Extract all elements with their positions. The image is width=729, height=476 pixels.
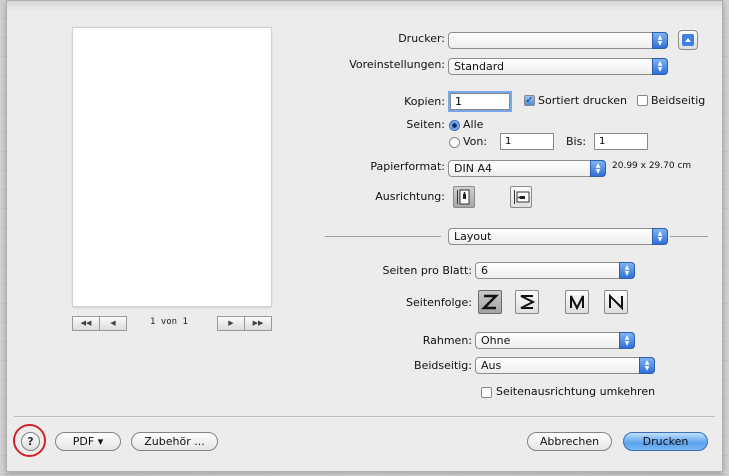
paper-size-value: DIN A4	[454, 162, 492, 175]
orientation-label: Ausrichtung:	[375, 190, 445, 203]
presets-label: Voreinstellungen:	[349, 58, 445, 71]
printer-select[interactable]: ▲ ▼	[448, 32, 668, 49]
preview-nav-back: ◀◀ ◀	[72, 316, 127, 331]
order-reverse-n-icon	[609, 293, 623, 311]
landscape-icon	[514, 190, 530, 204]
presets-value: Standard	[454, 60, 505, 73]
copies-input[interactable]	[450, 93, 510, 110]
pages-label: Seiten:	[406, 118, 445, 131]
copies-label: Kopien:	[404, 95, 445, 108]
page-order-reverse-n-button[interactable]	[604, 290, 628, 314]
section-select[interactable]: Layout ▲ ▼	[448, 228, 668, 245]
two-sided-label: Beidseitig:	[414, 359, 472, 372]
collate-label: Sortiert drucken	[538, 94, 627, 107]
order-reverse-z-icon	[520, 295, 536, 309]
reverse-orientation-checkbox[interactable]	[481, 387, 492, 398]
pages-per-sheet-select[interactable]: 6 ▲ ▼	[475, 262, 635, 279]
page-order-s-button[interactable]	[515, 290, 539, 314]
paper-dimensions: 20.99 x 29.70 cm	[612, 161, 692, 171]
border-label: Rahmen:	[422, 334, 472, 347]
paper-size-label: Papierformat:	[370, 160, 445, 173]
page-counter: 1 von 1	[150, 317, 188, 327]
printer-label: Drucker:	[398, 32, 445, 45]
two-sided-value: Aus	[481, 359, 502, 372]
page-preview	[73, 28, 271, 306]
pages-to-input[interactable]	[594, 133, 648, 150]
cancel-button[interactable]: Abbrechen	[527, 432, 612, 451]
first-page-button[interactable]: ◀◀	[72, 316, 100, 331]
chevron-updown-icon: ▲ ▼	[639, 357, 655, 374]
previous-page-button[interactable]: ◀	[100, 316, 127, 331]
accessories-button[interactable]: Zubehör ...	[131, 432, 218, 451]
pages-all-radio[interactable]	[449, 120, 460, 131]
section-divider-left	[325, 236, 441, 237]
duplex-checkbox[interactable]	[637, 95, 648, 106]
pages-range-radio[interactable]	[449, 137, 460, 148]
last-page-button[interactable]: ▶▶	[245, 316, 272, 331]
help-button[interactable]: ?	[21, 432, 40, 451]
two-sided-select[interactable]: Aus ▲ ▼	[475, 357, 655, 374]
orientation-portrait-button[interactable]	[453, 186, 475, 208]
order-z-icon	[481, 294, 499, 310]
chevron-updown-icon: ▲ ▼	[652, 58, 668, 75]
section-value: Layout	[454, 230, 492, 243]
duplex-label: Beidseitig	[651, 94, 706, 107]
pages-range-label: Von:	[463, 135, 488, 148]
pages-all-label: Alle	[463, 118, 484, 131]
section-divider-right	[670, 236, 708, 237]
disclosure-up-icon	[682, 34, 694, 46]
chevron-updown-icon: ▲ ▼	[590, 160, 606, 177]
pages-to-label: Bis:	[566, 135, 587, 148]
border-select[interactable]: Ohne ▲ ▼	[475, 332, 635, 349]
print-button[interactable]: Drucken	[623, 432, 708, 451]
expand-details-button[interactable]	[678, 30, 698, 50]
chevron-updown-icon: ▲ ▼	[652, 228, 668, 245]
pages-per-sheet-value: 6	[481, 264, 488, 277]
page-order-n-button[interactable]	[565, 290, 589, 314]
pdf-menu-button[interactable]: PDF ▾	[55, 432, 121, 451]
pages-per-sheet-label: Seiten pro Blatt:	[382, 264, 472, 277]
paper-size-select[interactable]: DIN A4 ▲ ▼	[448, 160, 606, 177]
chevron-updown-icon: ▲ ▼	[619, 262, 635, 279]
preview-nav-forward: ▶ ▶▶	[217, 316, 272, 331]
reverse-orientation-label: Seitenausrichtung umkehren	[496, 385, 656, 398]
chevron-updown-icon: ▲ ▼	[619, 332, 635, 349]
page-order-label: Seitenfolge:	[406, 296, 472, 309]
footer-divider	[14, 416, 715, 417]
pages-from-input[interactable]	[500, 133, 554, 150]
chevron-updown-icon: ▲ ▼	[652, 32, 668, 49]
collate-checkbox[interactable]: ✓	[524, 95, 535, 106]
portrait-icon	[457, 189, 470, 205]
page-order-z-button[interactable]	[478, 290, 502, 314]
next-page-button[interactable]: ▶	[217, 316, 245, 331]
order-n-icon	[570, 295, 584, 311]
presets-select[interactable]: Standard ▲ ▼	[448, 58, 668, 75]
orientation-landscape-button[interactable]	[510, 186, 532, 208]
border-value: Ohne	[481, 334, 511, 347]
